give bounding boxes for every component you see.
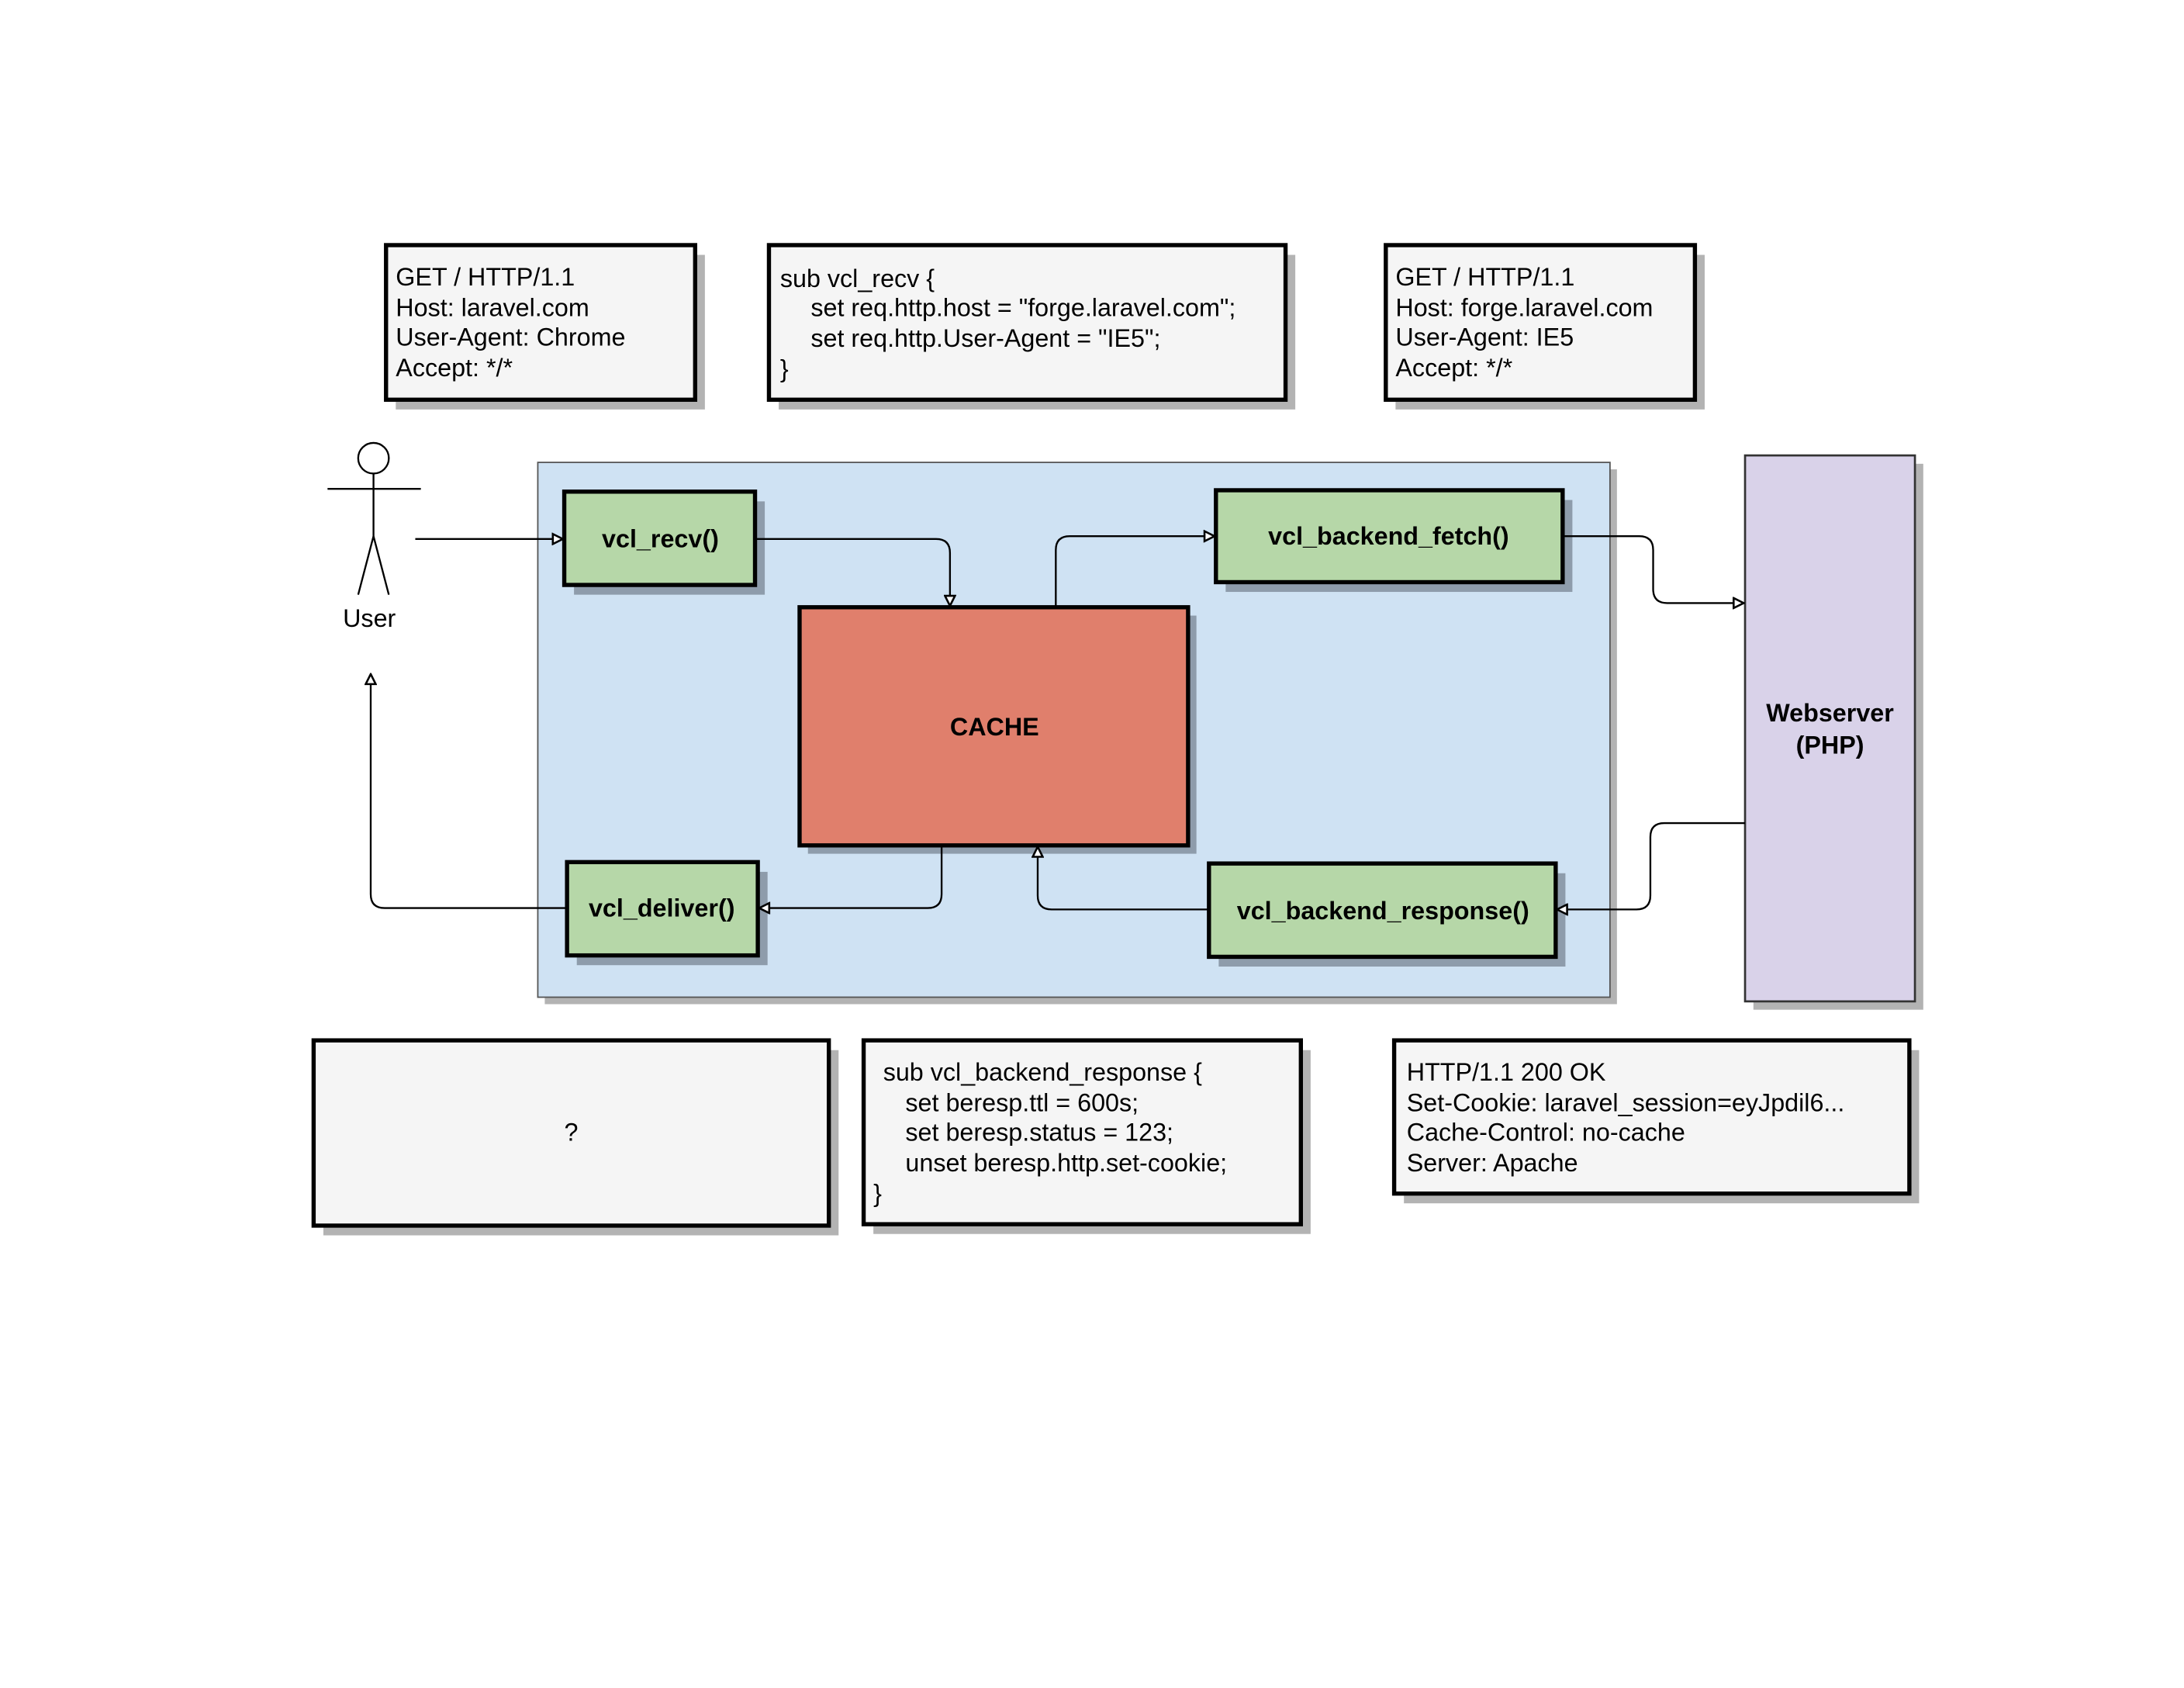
note-vcl-recv-code: sub vcl_recv { set req.http.host = "forg… <box>766 243 1296 410</box>
note-line: Accept: */* <box>396 354 513 382</box>
note-line: User-Agent: Chrome <box>396 323 625 351</box>
note-line: Server: Apache <box>1407 1149 1578 1177</box>
note-backend-request: GET / HTTP/1.1 Host: forge.laravel.com U… <box>1384 243 1705 410</box>
node-vcl-deliver: vcl_deliver() <box>565 860 768 966</box>
note-line: Cache-Control: no-cache <box>1407 1118 1685 1146</box>
node-label: vcl_backend_response() <box>1237 897 1529 925</box>
code-line: unset beresp.http.set-cookie; <box>905 1149 1227 1177</box>
note-backend-response: HTTP/1.1 200 OK Set-Cookie: laravel_sess… <box>1391 1038 1920 1204</box>
note-line: ? <box>565 1118 579 1146</box>
note-line: Set-Cookie: laravel_session=eyJpdil6... <box>1407 1089 1845 1117</box>
node-label: CACHE <box>950 713 1039 741</box>
node-label: vcl_recv() <box>602 525 719 553</box>
note-line: GET / HTTP/1.1 <box>1395 263 1574 291</box>
user-label: User <box>343 604 396 632</box>
code-line: sub vcl_backend_response { <box>883 1058 1202 1086</box>
webserver-node: Webserver (PHP) <box>1743 454 1923 1010</box>
code-line: set beresp.status = 123; <box>905 1118 1173 1146</box>
note-line: Accept: */* <box>1395 354 1512 382</box>
code-line: set beresp.ttl = 600s; <box>905 1089 1139 1117</box>
note-line: HTTP/1.1 200 OK <box>1407 1058 1606 1086</box>
code-line: set req.http.User-Agent = "IE5"; <box>810 324 1160 352</box>
code-line: set req.http.host = "forge.laravel.com"; <box>810 294 1235 322</box>
code-line: } <box>873 1179 882 1207</box>
note-client-request: GET / HTTP/1.1 Host: laravel.com User-Ag… <box>384 243 705 410</box>
note-line: Host: laravel.com <box>396 294 589 322</box>
node-label: vcl_backend_fetch() <box>1268 522 1509 550</box>
node-cache: CACHE <box>797 605 1197 854</box>
webserver-label: Webserver <box>1766 699 1894 727</box>
node-vcl-recv: vcl_recv() <box>562 489 765 595</box>
node-vcl-backend-response: vcl_backend_response() <box>1207 861 1566 967</box>
note-line: User-Agent: IE5 <box>1395 323 1574 351</box>
varnish-flow-diagram: GET / HTTP/1.1 Host: laravel.com User-Ag… <box>311 243 1923 1236</box>
code-line: } <box>780 355 789 383</box>
note-line: Host: forge.laravel.com <box>1395 294 1653 322</box>
node-vcl-backend-fetch: vcl_backend_fetch() <box>1214 488 1573 593</box>
webserver-sublabel: (PHP) <box>1796 731 1864 759</box>
note-vcl-backend-response-code: sub vcl_backend_response { set beresp.tt… <box>861 1038 1311 1234</box>
user-actor: User <box>327 441 421 632</box>
stick-figure-icon <box>327 441 421 595</box>
note-deliver-response: ? <box>311 1038 839 1236</box>
node-label: vcl_deliver() <box>589 894 735 922</box>
note-line: GET / HTTP/1.1 <box>396 263 575 291</box>
code-line: sub vcl_recv { <box>780 265 935 292</box>
